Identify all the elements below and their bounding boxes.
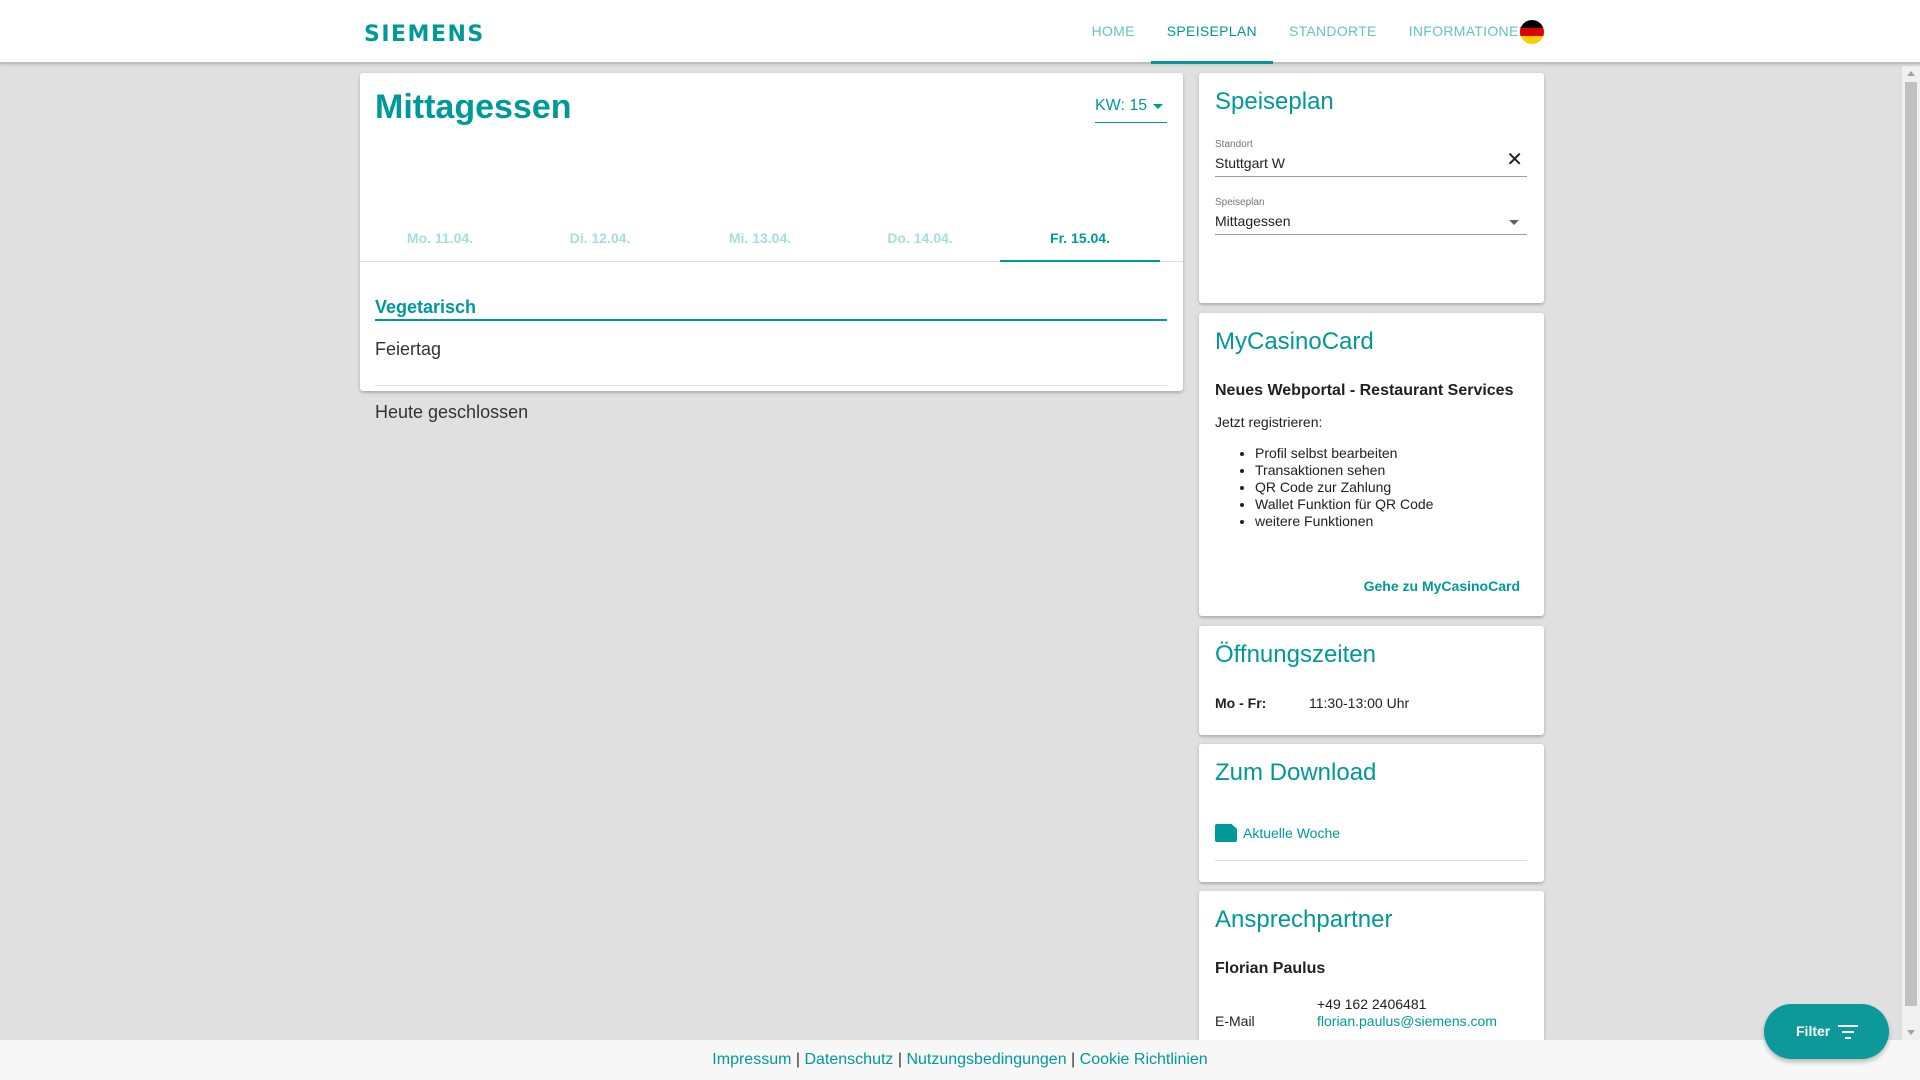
- mycasinocard-link[interactable]: Gehe zu MyCasinoCard: [1364, 578, 1520, 594]
- feature-list: Profil selbst bearbeiten Transaktionen s…: [1255, 445, 1433, 530]
- scroll-up-arrow-icon[interactable]: [1907, 71, 1915, 76]
- nav-speiseplan[interactable]: SPEISEPLAN: [1150, 0, 1273, 64]
- list-item: QR Code zur Zahlung: [1255, 479, 1433, 496]
- standort-field[interactable]: Stuttgart W ✕: [1215, 149, 1527, 177]
- nav-home[interactable]: HOME: [1076, 0, 1151, 64]
- opening-hours-title: Öffnungszeiten: [1215, 641, 1377, 668]
- footer-link-impressum[interactable]: Impressum: [712, 1051, 791, 1068]
- tab-day-tuesday[interactable]: Di. 12.04.: [520, 218, 680, 262]
- scrollbar-thumb[interactable]: [1905, 82, 1917, 1006]
- standort-label: Standort: [1215, 139, 1253, 150]
- footer: Impressum | Datenschutz | Nutzungsbeding…: [0, 1040, 1920, 1080]
- tab-day-wednesday[interactable]: Mi. 13.04.: [680, 218, 840, 262]
- chevron-down-icon: [1509, 220, 1519, 225]
- contact-phone: +49 162 2406481: [1317, 996, 1427, 1012]
- meal-description: Heute geschlossen: [375, 402, 529, 422]
- footer-separator: |: [791, 1051, 805, 1068]
- close-icon[interactable]: ✕: [1506, 147, 1523, 172]
- filter-button-label: Filter: [1796, 1023, 1831, 1039]
- list-item: Wallet Funktion für QR Code: [1255, 496, 1433, 513]
- opening-hours-card: Öffnungszeiten Mo - Fr: 11:30-13:00 Uhr: [1199, 626, 1544, 735]
- meal-item: Feiertag: [375, 339, 442, 359]
- standort-value: Stuttgart W: [1215, 155, 1286, 171]
- main-navigation: HOME SPEISEPLAN STANDORTE INFORMATIONEN: [1076, 0, 1545, 64]
- download-title: Zum Download: [1215, 759, 1377, 786]
- mycasinocard-card: MyCasinoCard Neues Webportal - Restauran…: [1199, 313, 1544, 616]
- speiseplan-label: Speiseplan: [1215, 197, 1265, 208]
- filter-button[interactable]: Filter: [1764, 1004, 1889, 1059]
- footer-link-datenschutz[interactable]: Datenschutz: [804, 1051, 893, 1068]
- mycasinocard-subtitle: Neues Webportal - Restaurant Services: [1215, 382, 1514, 399]
- week-select[interactable]: KW: 15: [1095, 93, 1167, 123]
- nav-standorte[interactable]: STANDORTE: [1273, 0, 1393, 64]
- list-item: Profil selbst bearbeiten: [1255, 445, 1433, 462]
- chevron-down-icon: [1153, 104, 1163, 109]
- tab-day-monday[interactable]: Mo. 11.04.: [360, 218, 520, 262]
- menu-card: Mittagessen KW: 15 Mo. 11.04. Di. 12.04.…: [360, 73, 1183, 422]
- meal-divider: [375, 385, 1167, 386]
- mycasinocard-title: MyCasinoCard: [1215, 328, 1374, 355]
- contact-title: Ansprechpartner: [1215, 906, 1393, 933]
- scroll-down-arrow-icon[interactable]: [1907, 1030, 1915, 1035]
- hours-time: 11:30-13:00 Uhr: [1309, 695, 1410, 711]
- footer-link-nutzungsbedingungen[interactable]: Nutzungsbedingungen: [906, 1051, 1066, 1068]
- contact-email-link[interactable]: florian.paulus@siemens.com: [1317, 1013, 1497, 1029]
- list-item: Transaktionen sehen: [1255, 462, 1433, 479]
- download-divider: [1215, 860, 1527, 861]
- category-heading: Vegetarisch: [375, 297, 1167, 321]
- list-item: weitere Funktionen: [1255, 513, 1433, 530]
- page-scrollbar[interactable]: [1902, 66, 1920, 1040]
- speiseplan-card-title: Speiseplan: [1215, 88, 1334, 115]
- speiseplan-value: Mittagessen: [1215, 213, 1291, 229]
- file-icon[interactable]: [1215, 824, 1237, 842]
- contact-name: Florian Paulus: [1215, 960, 1326, 977]
- filter-list-icon: [1838, 1025, 1858, 1039]
- top-app-bar: SIEMENS HOME SPEISEPLAN STANDORTE INFORM…: [0, 0, 1920, 64]
- week-select-value: KW: 15: [1095, 97, 1148, 114]
- mycasinocard-intro: Jetzt registrieren:: [1215, 414, 1323, 430]
- tab-day-friday[interactable]: Fr. 15.04.: [1000, 218, 1160, 262]
- speiseplan-select[interactable]: Mittagessen: [1215, 211, 1527, 235]
- tab-day-thursday[interactable]: Do. 14.04.: [840, 218, 1000, 262]
- siemens-logo[interactable]: SIEMENS: [364, 22, 485, 47]
- footer-separator: |: [893, 1051, 907, 1068]
- email-label: E-Mail: [1215, 1013, 1255, 1029]
- download-card: Zum Download Aktuelle Woche: [1199, 744, 1544, 882]
- contact-card: Ansprechpartner Florian Paulus +49 162 2…: [1199, 891, 1544, 1041]
- footer-link-cookie-richtlinien[interactable]: Cookie Richtlinien: [1080, 1051, 1208, 1068]
- speiseplan-card: Speiseplan Standort Stuttgart W ✕ Speise…: [1199, 73, 1544, 303]
- download-current-week-link[interactable]: Aktuelle Woche: [1243, 825, 1340, 841]
- day-tabs: Mo. 11.04. Di. 12.04. Mi. 13.04. Do. 14.…: [360, 218, 1183, 262]
- hours-day-range: Mo - Fr:: [1215, 695, 1267, 711]
- germany-flag-icon[interactable]: [1520, 20, 1544, 44]
- footer-separator: |: [1066, 1051, 1080, 1068]
- page-title: Mittagessen: [375, 88, 572, 126]
